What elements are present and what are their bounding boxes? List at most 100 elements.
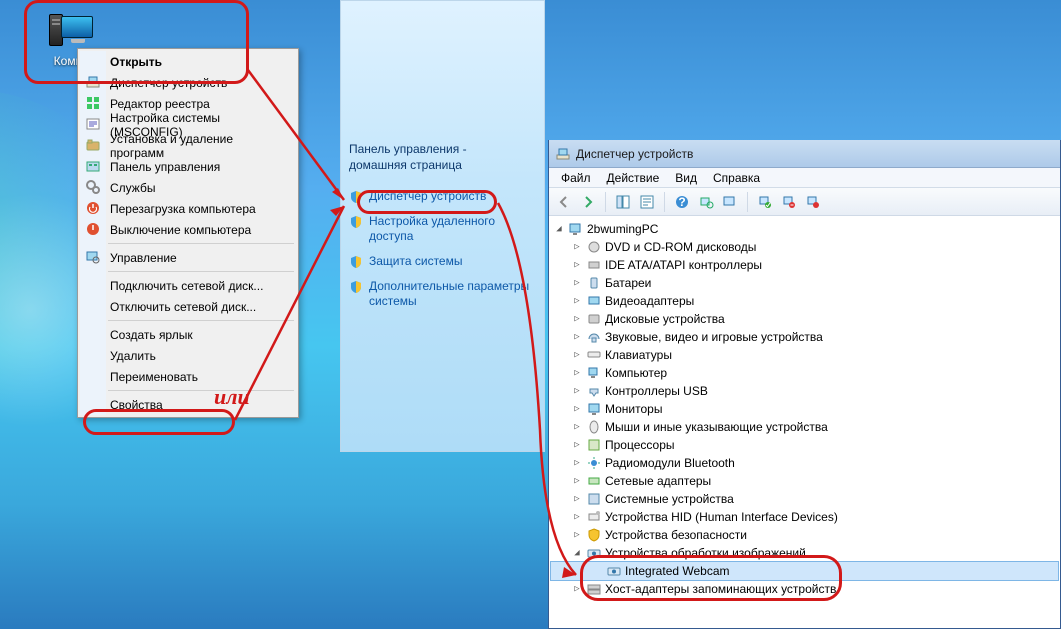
expand-icon[interactable]: ▷ (571, 368, 583, 378)
menu-device-manager[interactable]: Диспетчер устройств (80, 72, 296, 93)
menu-add-remove[interactable]: Установка и удаление программ (80, 135, 296, 156)
device-category-icon (586, 275, 602, 291)
expand-icon[interactable]: ▷ (571, 530, 583, 540)
tree-node[interactable]: ▷Видеоадаптеры (551, 292, 1058, 310)
menu-restart[interactable]: Перезагрузка компьютера (80, 198, 296, 219)
tree-root[interactable]: ◢ 2bwumingPC (551, 220, 1058, 238)
device-manager-icon (555, 146, 571, 162)
expand-icon[interactable]: ▷ (571, 296, 583, 306)
tb-disable[interactable] (778, 191, 800, 213)
menu-map-drive[interactable]: Подключить сетевой диск... (80, 275, 296, 296)
menu-create-shortcut[interactable]: Создать ярлык (80, 324, 296, 345)
tree-node-label: Сетевые адаптеры (605, 474, 711, 488)
tree-node[interactable]: ▷Устройства HID (Human Interface Devices… (551, 508, 1058, 526)
tree-node[interactable]: ▷Мыши и иные указывающие устройства (551, 418, 1058, 436)
expand-icon[interactable]: ▷ (571, 404, 583, 414)
cp-link-device-manager[interactable]: Диспетчер устройств (349, 189, 536, 204)
svg-text:?: ? (678, 195, 685, 209)
tb-uninstall[interactable] (754, 191, 776, 213)
control-panel-sidebar: Панель управления -домашняя страница Дис… (340, 0, 545, 452)
tree-node-label: Радиомодули Bluetooth (605, 456, 735, 470)
menu-shutdown[interactable]: Выключение компьютера (80, 219, 296, 240)
tree-node[interactable]: ▷Звуковые, видео и игровые устройства (551, 328, 1058, 346)
tb-show-hide-tree[interactable] (612, 191, 634, 213)
tree-node-label: Компьютер (605, 366, 667, 380)
tree-node[interactable]: ▷ Контроллеры USB (551, 382, 1058, 400)
menu-file[interactable]: Файл (553, 169, 599, 187)
tree-node[interactable]: ▷ Дисковые устройства (551, 310, 1058, 328)
tree-node-host-adapters[interactable]: ▷ Хост-адаптеры запоминающих устройств (551, 580, 1058, 598)
device-category-icon (586, 473, 602, 489)
expand-icon[interactable]: ▷ (571, 584, 583, 594)
tb-update[interactable] (719, 191, 741, 213)
expand-icon[interactable]: ▷ (571, 260, 583, 270)
expand-icon[interactable]: ▷ (571, 476, 583, 486)
menu-delete[interactable]: Удалить (80, 345, 296, 366)
dm-tree[interactable]: ◢ 2bwumingPC ▷ DVD и CD-ROM дисководы ▷IDE… (549, 216, 1060, 628)
expand-icon[interactable]: ▷ (571, 386, 583, 396)
tree-node[interactable]: ▷Системные устройства (551, 490, 1058, 508)
device-category-icon (586, 491, 602, 507)
expand-icon[interactable]: ▷ (571, 242, 583, 252)
shield-icon (349, 255, 363, 269)
cp-link-protection[interactable]: Защита системы (349, 254, 536, 269)
tree-node-label: Клавиатуры (605, 348, 672, 362)
expand-icon[interactable]: ▷ (571, 494, 583, 504)
tree-node[interactable]: ▷Процессоры (551, 436, 1058, 454)
expand-icon[interactable]: ▷ (571, 440, 583, 450)
tb-forward[interactable] (577, 191, 599, 213)
tree-node[interactable]: ▷ Радиомодули Bluetooth (551, 454, 1058, 472)
device-category-icon (586, 257, 602, 273)
menu-rename[interactable]: Переименовать (80, 366, 296, 387)
menu-open[interactable]: Открыть (80, 51, 296, 72)
menu-help[interactable]: Справка (705, 169, 768, 187)
dm-menubar: Файл Действие Вид Справка (549, 168, 1060, 188)
device-manager-icon (85, 74, 101, 90)
menu-services[interactable]: Службы (80, 177, 296, 198)
control-panel-icon (85, 158, 101, 174)
tree-node-label: Контроллеры USB (605, 384, 708, 398)
tree-node-label: Дисковые устройства (605, 312, 725, 326)
menu-manage[interactable]: Управление (80, 247, 296, 268)
menu-view[interactable]: Вид (667, 169, 705, 187)
collapse-icon[interactable]: ◢ (553, 224, 565, 234)
cp-link-advanced[interactable]: Дополнительные параметрысистемы (349, 279, 536, 309)
tree-node-imaging[interactable]: ◢ Устройства обработки изображений (551, 544, 1058, 562)
expand-icon[interactable]: ▷ (571, 512, 583, 522)
tree-node[interactable]: ▷IDE ATA/ATAPI контроллеры (551, 256, 1058, 274)
tb-enable[interactable] (802, 191, 824, 213)
collapse-icon[interactable]: ◢ (571, 548, 583, 558)
tree-node[interactable]: ▷ Клавиатуры (551, 346, 1058, 364)
tree-node[interactable]: ▷ DVD и CD-ROM дисководы (551, 238, 1058, 256)
device-category-icon (586, 401, 602, 417)
menu-disconnect-drive[interactable]: Отключить сетевой диск... (80, 296, 296, 317)
menu-properties[interactable]: Свойства (80, 394, 296, 415)
expand-icon[interactable]: ▷ (571, 332, 583, 342)
tree-leaf-webcam[interactable]: Integrated Webcam (551, 562, 1058, 580)
cp-link-remote[interactable]: Настройка удаленногодоступа (349, 214, 536, 244)
menu-control-panel[interactable]: Панель управления (80, 156, 296, 177)
menu-action[interactable]: Действие (599, 169, 668, 187)
device-manager-window: Диспетчер устройств Файл Действие Вид Сп… (548, 140, 1061, 629)
computer-context-menu: Открыть Диспетчер устройств Редактор рее… (77, 48, 299, 418)
tb-back[interactable] (553, 191, 575, 213)
device-category-icon (586, 347, 602, 363)
device-category-icon (586, 311, 602, 327)
expand-icon[interactable]: ▷ (571, 422, 583, 432)
device-category-icon (586, 419, 602, 435)
tree-node[interactable]: ▷ Сетевые адаптеры (551, 472, 1058, 490)
tb-scan[interactable] (695, 191, 717, 213)
tree-node[interactable]: ▷Батареи (551, 274, 1058, 292)
tb-properties[interactable] (636, 191, 658, 213)
tree-node[interactable]: ▷Мониторы (551, 400, 1058, 418)
tb-help[interactable]: ? (671, 191, 693, 213)
tree-node[interactable]: ▷Устройства безопасности (551, 526, 1058, 544)
tree-node[interactable]: ▷ Компьютер (551, 364, 1058, 382)
expand-icon[interactable]: ▷ (571, 458, 583, 468)
expand-icon[interactable]: ▷ (571, 350, 583, 360)
expand-icon[interactable]: ▷ (571, 278, 583, 288)
dm-toolbar: ? (549, 188, 1060, 216)
tree-node-label: DVD и CD-ROM дисководы (605, 240, 756, 254)
dm-titlebar[interactable]: Диспетчер устройств (549, 140, 1060, 168)
expand-icon[interactable]: ▷ (571, 314, 583, 324)
